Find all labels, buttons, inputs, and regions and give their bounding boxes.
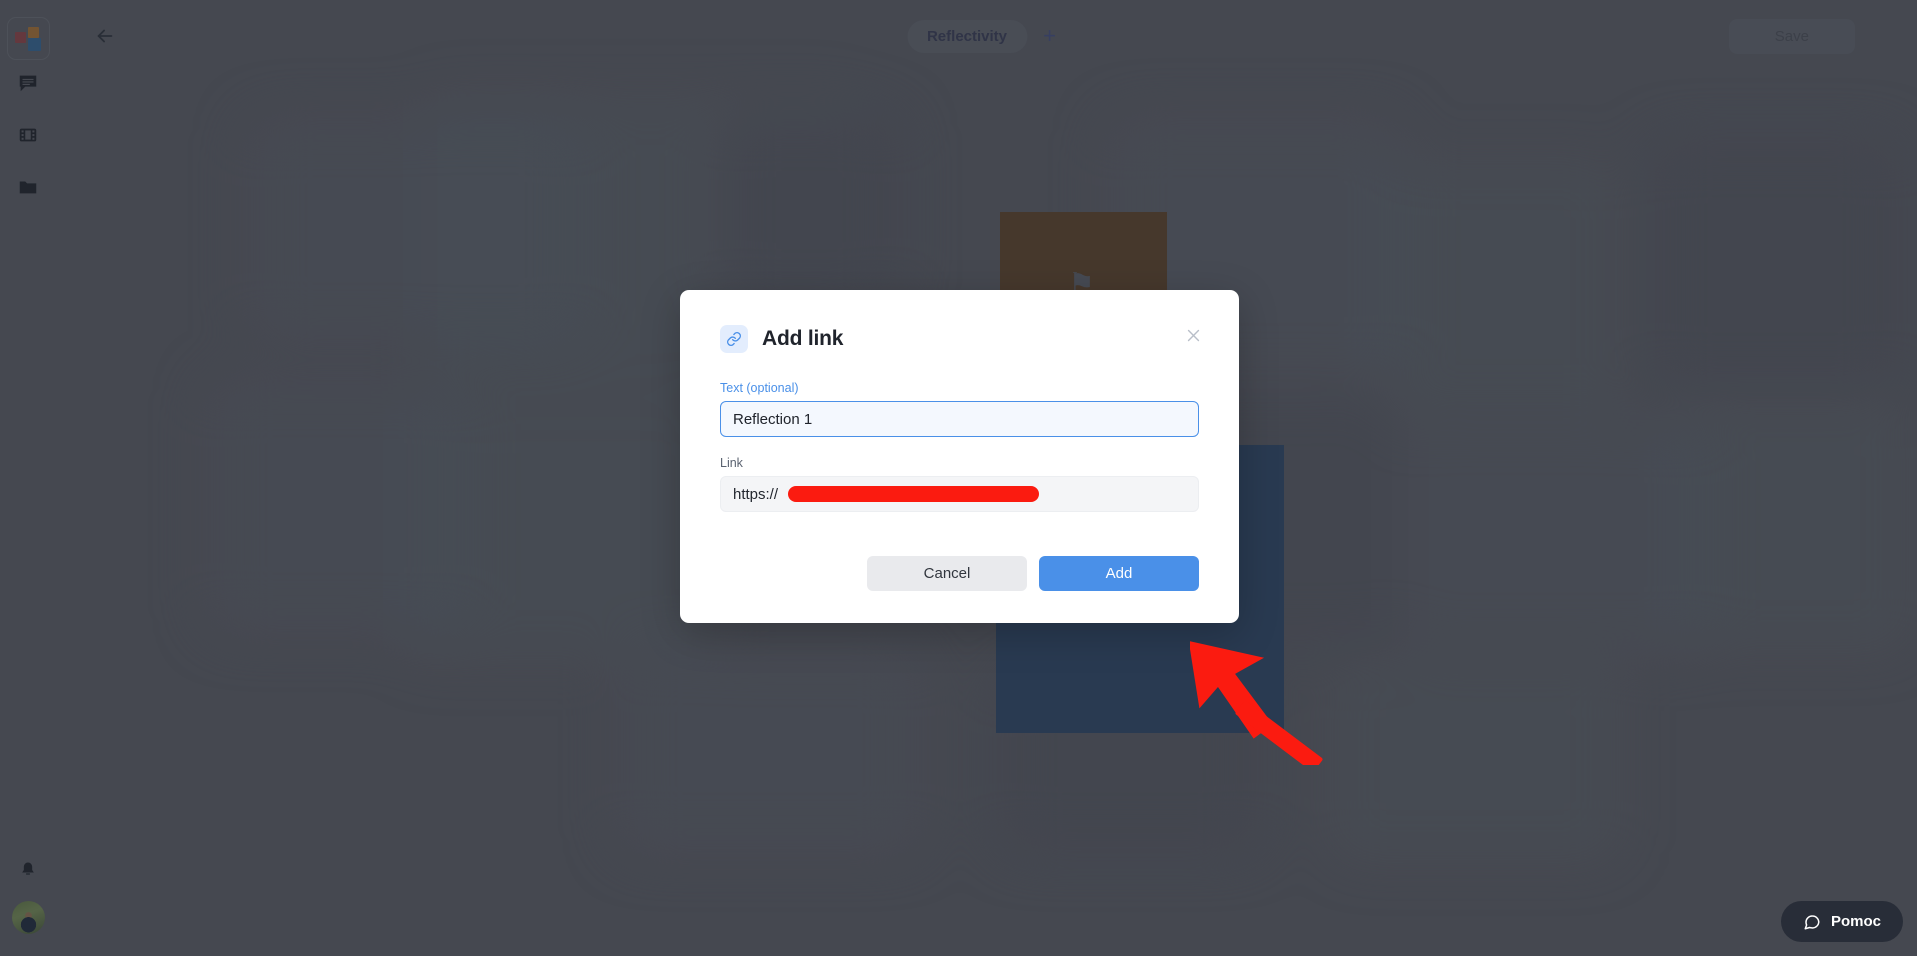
speech-bubble-icon	[1804, 914, 1820, 929]
dialog-actions: Cancel Add	[720, 556, 1199, 591]
link-field-label: Link	[720, 456, 743, 470]
text-field-group: Text (optional)	[720, 381, 1199, 437]
add-button[interactable]: Add	[1039, 556, 1199, 591]
link-field-group: Link https://	[720, 456, 1199, 512]
text-field-label: Text (optional)	[720, 381, 799, 395]
link-url-value: https://	[733, 485, 779, 503]
close-icon[interactable]	[1179, 321, 1207, 349]
redaction-bar	[788, 486, 1039, 502]
help-label: Pomoc	[1830, 913, 1881, 930]
link-url-input[interactable]: https://	[720, 476, 1199, 512]
add-link-dialog: Add link Text (optional) Link https:// C…	[680, 290, 1239, 623]
help-button[interactable]: Pomoc	[1780, 901, 1903, 942]
app-root: ⚑ Reflectivity + Save Add link Text (opt…	[0, 0, 1917, 956]
link-icon	[720, 325, 748, 353]
cancel-button[interactable]: Cancel	[867, 556, 1027, 591]
link-text-input[interactable]	[720, 401, 1199, 437]
dialog-header: Add link	[720, 316, 1199, 362]
dialog-title: Add link	[762, 327, 844, 350]
